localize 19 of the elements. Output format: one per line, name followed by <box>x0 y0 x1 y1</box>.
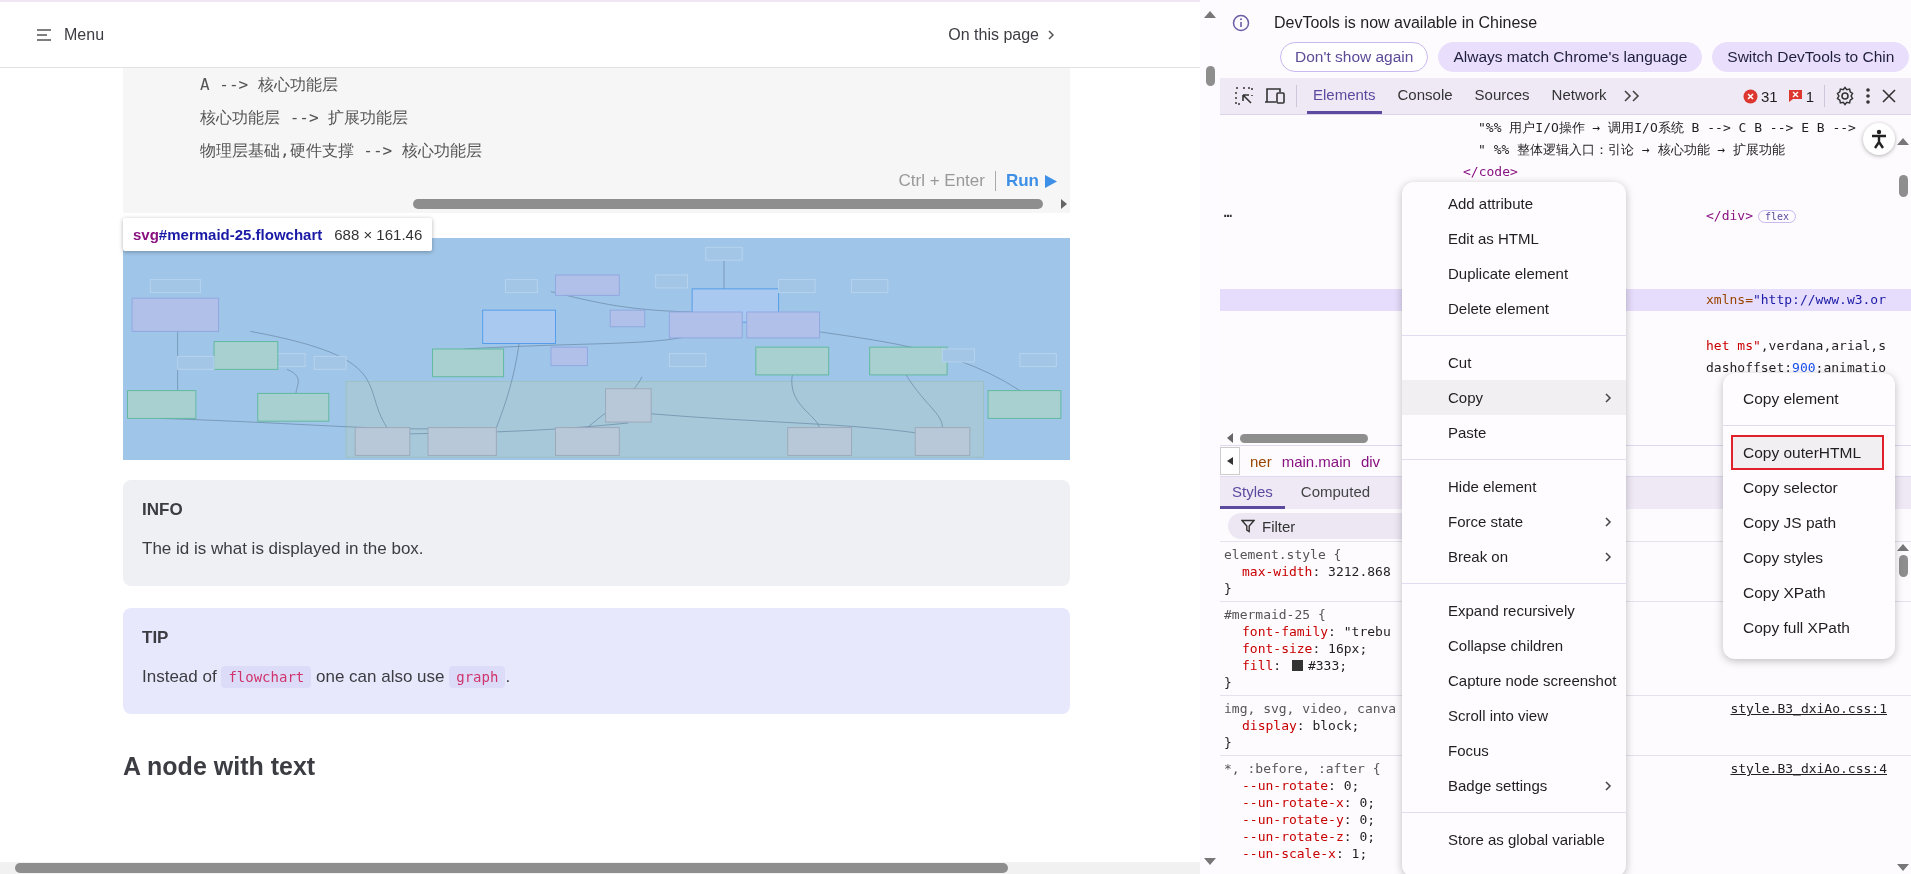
callout-text: Instead of flowchart one can also use graph . <box>142 665 512 690</box>
css-selector: img, svg, video, canva <box>1224 700 1397 717</box>
closing-brace: } <box>1224 674 1232 691</box>
infobar-message: DevTools is now available in Chinese <box>1274 14 1538 32</box>
css-selector: #mermaid-25 { <box>1224 606 1326 623</box>
element-selector: svg#mermaid-25.flowchart <box>133 226 323 243</box>
callout-title: INFO <box>142 500 184 520</box>
closing-brace: } <box>1224 580 1232 597</box>
code-line: 核心功能层 --> 扩展功能层 <box>200 107 410 129</box>
callout-title: TIP <box>142 628 170 648</box>
shortcut-hint: Ctrl + Enter <box>898 171 985 191</box>
element-size: 688 × 161.46 <box>334 226 423 243</box>
code-line: A --> 核心功能层 <box>200 74 339 96</box>
closing-brace: } <box>1224 734 1232 751</box>
callout-text: The id is what is displayed in the box. <box>142 538 425 560</box>
section-heading: A node with text <box>123 752 317 781</box>
css-selector: element.style { <box>1224 546 1342 563</box>
css-selector: *, :before, :after { <box>1224 760 1381 777</box>
code-line: 物理层基础,硬件支撑 --> 核心功能层 <box>200 140 483 162</box>
